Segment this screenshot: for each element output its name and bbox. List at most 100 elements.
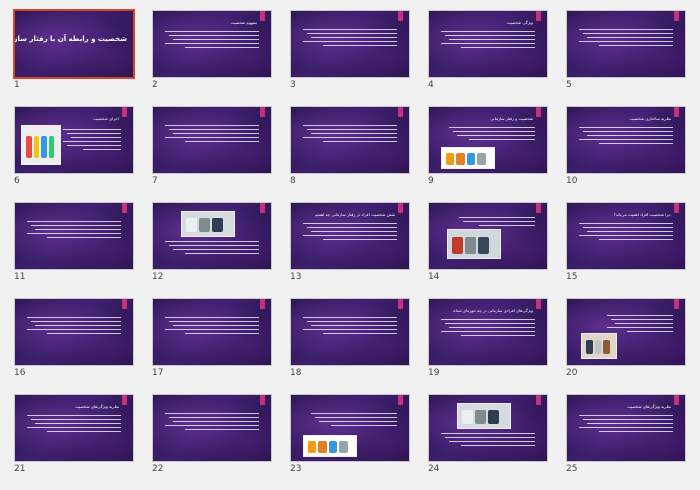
slide-number: 14 — [428, 272, 440, 282]
slide-text-line — [311, 37, 397, 38]
slide-thumbnail[interactable]: اجزای شخصیت — [14, 106, 134, 174]
slide-thumbnail-cell[interactable]: 14 — [428, 202, 548, 282]
slide-text-line — [599, 239, 673, 240]
slide-thumbnail-cell[interactable]: 5 — [566, 10, 686, 90]
slide-thumbnail-cell[interactable]: 11 — [14, 202, 134, 282]
slide-number: 13 — [290, 272, 302, 282]
slide-thumbnail-cell[interactable]: نظریه‌ ویژگی‌های شخصیت 21 — [14, 394, 134, 474]
slide-text-line — [311, 133, 397, 134]
slide-text-line — [441, 31, 535, 32]
slide-text-line — [459, 217, 535, 218]
slide-text-line — [627, 331, 673, 332]
slide-text-line — [27, 329, 121, 330]
slide-text-line — [307, 129, 397, 130]
slide-thumbnail[interactable] — [152, 202, 272, 270]
slide-thumbnail[interactable]: نقش شخصیت افراد در رفتار سازمانی چه اهمی… — [290, 202, 410, 270]
slide-thumbnail[interactable]: چرا شخصیت افراد اهمیت می‌یابد؟ — [566, 202, 686, 270]
slide-title: ویژگی‌های افرادی سازمانی در چه حوزه‌ای ش… — [453, 308, 533, 313]
slide-number: 25 — [566, 464, 578, 474]
slide-thumbnail[interactable]: شخصیت و رابطه آن با رفتار سازمانی — [13, 9, 135, 79]
slide-thumbnail-cell[interactable]: ویژگی شخصیت 4 — [428, 10, 548, 90]
slide-number: 7 — [152, 176, 158, 186]
slide-thumbnail-cell[interactable]: ویژگی‌های افرادی سازمانی در چه حوزه‌ای ش… — [428, 298, 548, 378]
slide-text-line — [185, 47, 259, 48]
slide-number: 21 — [14, 464, 26, 474]
slide-thumbnail[interactable] — [152, 298, 272, 366]
slide-thumbnail[interactable] — [152, 106, 272, 174]
slide-thumbnail-cell[interactable]: 16 — [14, 298, 134, 378]
slide-text-line — [165, 43, 259, 44]
slide-thumbnail-cell[interactable]: مفهوم شخصیت 2 — [152, 10, 272, 90]
slide-thumbnail[interactable] — [14, 298, 134, 366]
slide-accent-bar — [122, 107, 127, 117]
slide-text-line — [165, 31, 259, 32]
slide-text-line — [453, 131, 535, 132]
slide-text-line — [47, 237, 121, 238]
slide-accent-bar — [260, 107, 265, 117]
slide-thumbnail[interactable]: نظریه‌ ویژگی‌های شخصیت — [14, 394, 134, 462]
slide-thumbnail-cell[interactable]: 23 — [290, 394, 410, 474]
slide-text-line — [599, 45, 673, 46]
slide-title: نظریه ویژگی‌های شخصیت — [627, 404, 671, 409]
slide-number: 15 — [566, 272, 578, 282]
slide-text-line — [463, 221, 535, 222]
slide-thumbnail-cell[interactable]: 8 — [290, 106, 410, 186]
slide-thumbnail[interactable]: نظریه ویژگی‌های شخصیت — [566, 394, 686, 462]
slide-title: ویژگی شخصیت — [506, 20, 533, 25]
slide-thumbnail[interactable] — [566, 298, 686, 366]
slide-number: 3 — [290, 80, 296, 90]
slide-thumbnail-cell[interactable]: 20 — [566, 298, 686, 378]
slide-text-line — [185, 333, 259, 334]
slide-text-line — [303, 125, 397, 126]
slide-thumbnail[interactable] — [290, 10, 410, 78]
slide-thumbnail[interactable]: نظریه ساختاری شخصیت — [566, 106, 686, 174]
slide-thumbnail[interactable] — [290, 106, 410, 174]
slide-text-line — [165, 125, 259, 126]
slide-thumbnail[interactable] — [290, 298, 410, 366]
slide-text-line — [35, 423, 121, 424]
slide-thumbnail-cell[interactable]: 3 — [290, 10, 410, 90]
slide-thumbnail[interactable] — [14, 202, 134, 270]
slide-number: 22 — [152, 464, 164, 474]
slide-text-line — [169, 417, 259, 418]
slide-text-line — [441, 43, 535, 44]
slide-thumbnail[interactable] — [566, 10, 686, 78]
slide-thumbnail-cell[interactable]: شخصیت و رفتار سازمانی 9 — [428, 106, 548, 186]
slide-thumbnail-cell[interactable]: 18 — [290, 298, 410, 378]
slide-thumbnail-cell[interactable]: چرا شخصیت افراد اهمیت می‌یابد؟ 15 — [566, 202, 686, 282]
slide-thumbnail[interactable]: ویژگی شخصیت — [428, 10, 548, 78]
slide-text-line — [169, 321, 259, 322]
slide-thumbnail-cell[interactable]: اجزای شخصیت 6 — [14, 106, 134, 186]
slide-text-line — [27, 415, 121, 416]
slide-thumbnail-cell[interactable]: نظریه ساختاری شخصیت 10 — [566, 106, 686, 186]
slide-thumbnail-cell[interactable]: 17 — [152, 298, 272, 378]
slide-thumbnail[interactable] — [290, 394, 410, 462]
slide-thumbnail-cell[interactable]: نظریه ویژگی‌های شخصیت 25 — [566, 394, 686, 474]
slide-thumbnail[interactable] — [428, 202, 548, 270]
slide-text-line — [165, 329, 259, 330]
slide-text-line — [323, 141, 397, 142]
slide-text-line — [607, 327, 673, 328]
slide-text-line — [165, 137, 259, 138]
slide-thumbnail[interactable]: شخصیت و رفتار سازمانی — [428, 106, 548, 174]
slide-thumbnail-cell[interactable]: نقش شخصیت افراد در رفتار سازمانی چه اهمی… — [290, 202, 410, 282]
slide-thumbnail-cell[interactable]: شخصیت و رابطه آن با رفتار سازمانی 1 — [13, 9, 135, 90]
slide-thumbnail-cell[interactable]: 24 — [428, 394, 548, 474]
slide-text-line — [583, 33, 673, 34]
slide-thumbnail[interactable]: مفهوم شخصیت — [152, 10, 272, 78]
slide-text-line — [579, 427, 673, 428]
slide-text-line — [185, 253, 259, 254]
slide-picture — [457, 403, 511, 429]
slide-accent-bar — [674, 203, 679, 213]
slide-text-line — [27, 233, 121, 234]
slide-number: 2 — [152, 80, 158, 90]
slide-thumbnail[interactable] — [152, 394, 272, 462]
slide-thumbnail-cell[interactable]: 12 — [152, 202, 272, 282]
slide-thumbnail[interactable]: ویژگی‌های افرادی سازمانی در چه حوزه‌ای ش… — [428, 298, 548, 366]
slide-text-line — [457, 135, 535, 136]
slide-thumbnail-cell[interactable]: 22 — [152, 394, 272, 474]
slide-thumbnail[interactable] — [428, 394, 548, 462]
slide-thumbnail-cell[interactable]: 7 — [152, 106, 272, 186]
slide-text-line — [165, 425, 259, 426]
slide-text-line — [579, 127, 673, 128]
